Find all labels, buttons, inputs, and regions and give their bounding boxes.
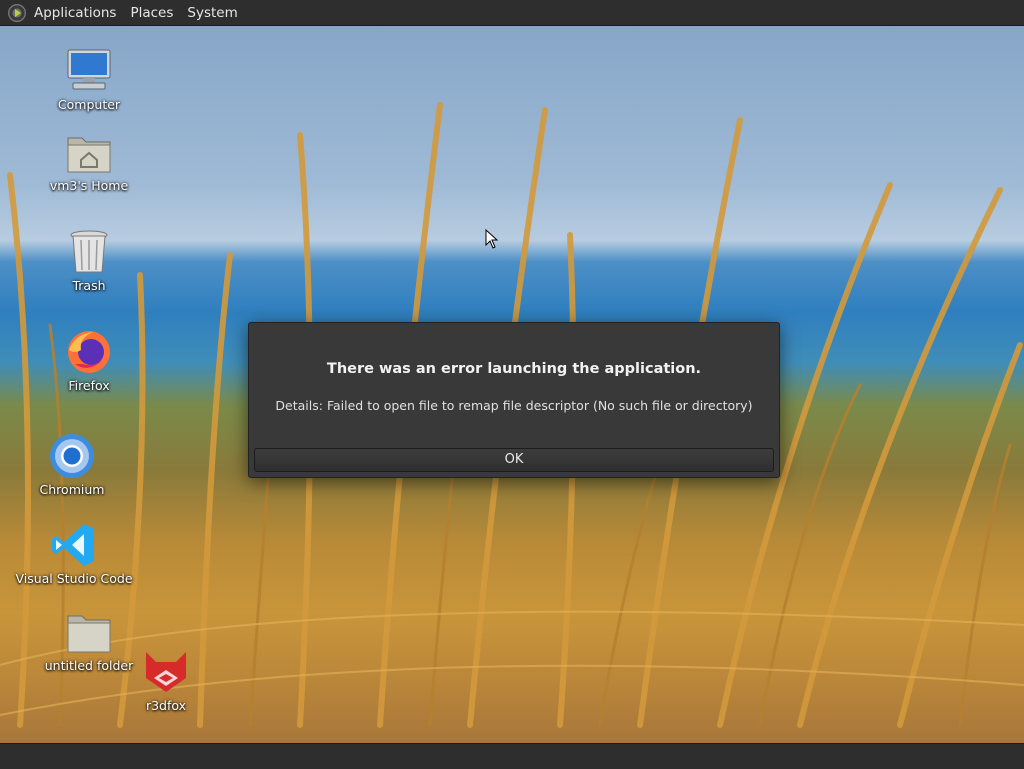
firefox-icon	[65, 328, 113, 376]
menu-places[interactable]: Places	[130, 5, 173, 21]
desktop-icon-vscode[interactable]: Visual Studio Code	[14, 521, 134, 586]
home-folder-icon	[65, 128, 113, 176]
trash-icon	[65, 228, 113, 276]
bottom-panel	[0, 743, 1024, 769]
chromium-icon	[48, 432, 96, 480]
desktop-icon-chromium[interactable]: Chromium	[12, 432, 132, 497]
desktop-icon-label: Firefox	[68, 378, 110, 393]
desktop-icon-firefox[interactable]: Firefox	[29, 328, 149, 393]
ok-button[interactable]: OK	[254, 448, 774, 472]
desktop-icon-label: r3dfox	[145, 698, 187, 713]
desktop-icon-r3dfox[interactable]: r3dfox	[106, 648, 226, 713]
error-dialog: There was an error launching the applica…	[248, 322, 780, 478]
desktop-icon-label: Chromium	[39, 482, 105, 497]
menu-system[interactable]: System	[187, 5, 237, 21]
r3dfox-icon	[142, 648, 190, 696]
desktop-icon-trash[interactable]: Trash	[29, 228, 149, 293]
desktop-icon-label: Computer	[57, 97, 121, 112]
menu-logo-icon[interactable]	[8, 3, 26, 22]
menu-applications[interactable]: Applications	[34, 5, 116, 21]
desktop-icon-label: Visual Studio Code	[15, 571, 133, 586]
desktop-icon-home[interactable]: vm3's Home	[29, 128, 149, 193]
desktop-icon-label: Trash	[72, 278, 106, 293]
vscode-icon	[50, 521, 98, 569]
desktop-icon-label: vm3's Home	[49, 178, 129, 193]
dialog-detail: Details: Failed to open file to remap fi…	[275, 398, 753, 413]
computer-icon	[65, 47, 113, 95]
mouse-cursor-icon	[485, 228, 499, 253]
top-panel: Applications Places System	[0, 0, 1024, 26]
desktop-icon-computer[interactable]: Computer	[29, 47, 149, 112]
dialog-title: There was an error launching the applica…	[326, 361, 702, 377]
